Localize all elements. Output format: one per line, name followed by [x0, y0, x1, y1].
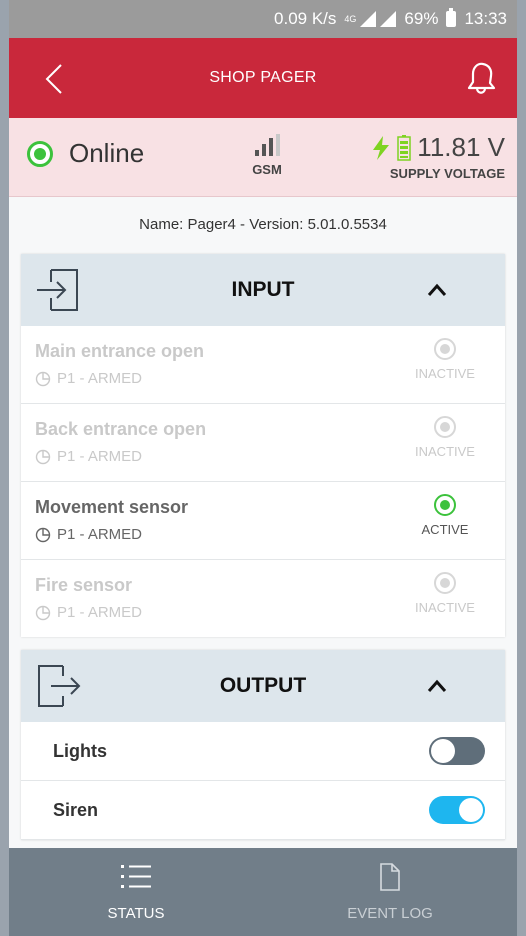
output-item-name: Lights: [53, 741, 107, 761]
input-item-movement-sensor[interactable]: Movement sensor P1 - ARMED ACTIVE: [21, 482, 505, 560]
input-item-name: Movement sensor: [35, 497, 189, 517]
online-indicator-icon: [27, 140, 53, 167]
input-item-mode-label: P1 - ARMED: [57, 526, 143, 543]
input-item-state: INACTIVE: [405, 416, 485, 459]
pie-chart-icon: [35, 527, 51, 542]
input-item-state-label: INACTIVE: [415, 444, 475, 459]
output-panel-header[interactable]: OUTPUT: [21, 650, 505, 722]
app-bar: SHOP PAGER: [9, 38, 517, 118]
input-item-name: Main entrance open: [35, 341, 205, 361]
network-type: 4G: [344, 14, 357, 24]
voltage-value: 11.81 V: [417, 132, 505, 162]
input-item-name: Back entrance open: [35, 419, 207, 439]
online-status: Online: [27, 138, 144, 169]
output-item-lights: Lights: [21, 722, 505, 781]
input-item-mode: P1 - ARMED: [35, 526, 142, 543]
lightning-icon: [373, 135, 390, 160]
active-indicator-icon: [434, 494, 456, 516]
device-info: Name: Pager4 - Version: 5.01.0.5534: [139, 216, 387, 233]
status-bar: 0.09 K/s 4G 69% 13:33: [9, 0, 517, 38]
connection-summary: Online GSM 11.81 V SUPPLY VOLTAGE: [9, 118, 517, 197]
inactive-indicator-icon: [434, 338, 456, 360]
inactive-indicator-icon: [434, 572, 456, 594]
nav-event-log-label: EVENT LOG: [347, 905, 433, 922]
chevron-up-icon[interactable]: [427, 676, 447, 696]
clock: 13:33: [464, 9, 507, 28]
input-item-fire-sensor[interactable]: Fire sensor P1 - ARMED INACTIVE: [21, 560, 505, 637]
input-item-state-label: INACTIVE: [415, 600, 475, 615]
pie-chart-icon: [35, 371, 51, 386]
gsm-signal: GSM: [237, 134, 297, 177]
input-item-mode-label: P1 - ARMED: [57, 448, 143, 465]
input-item-state-label: INACTIVE: [415, 366, 475, 381]
output-item-name: Siren: [53, 800, 99, 820]
wifi-signal-icon: [380, 11, 397, 27]
pie-chart-icon: [35, 605, 51, 620]
signal-icon: [360, 11, 377, 27]
battery-percent: 69%: [404, 9, 439, 28]
document-icon: [380, 863, 400, 891]
input-item-mode: P1 - ARMED: [35, 604, 142, 621]
page-title: SHOP PAGER: [209, 69, 317, 86]
output-panel: OUTPUT Lights Siren: [21, 650, 505, 840]
input-item-state: INACTIVE: [405, 572, 485, 615]
lights-toggle[interactable]: [429, 737, 485, 765]
bell-icon[interactable]: [459, 56, 503, 100]
supply-voltage: 11.81 V SUPPLY VOLTAGE: [371, 132, 505, 181]
voltage-label: SUPPLY VOLTAGE: [389, 166, 505, 181]
siren-toggle[interactable]: [429, 796, 485, 824]
input-item-state: ACTIVE: [405, 494, 485, 537]
input-item-mode-label: P1 - ARMED: [57, 370, 143, 387]
input-panel-header[interactable]: INPUT: [21, 254, 505, 326]
network-indicator: 4G: [344, 11, 397, 27]
input-item-state-label: ACTIVE: [421, 522, 469, 537]
output-item-siren: Siren: [21, 781, 505, 840]
inactive-indicator-icon: [434, 416, 456, 438]
chevron-up-icon[interactable]: [427, 280, 447, 300]
input-item-back-entrance[interactable]: Back entrance open P1 - ARMED INACTIVE: [21, 404, 505, 482]
screen: 0.09 K/s 4G 69% 13:33 SHOP PAGER Online: [0, 0, 526, 936]
input-item-name: Fire sensor: [35, 575, 133, 595]
bottom-navigation: STATUS EVENT LOG: [9, 848, 517, 936]
list-icon: [121, 865, 151, 888]
input-panel: INPUT Main entrance open P1 - ARMED INAC…: [21, 254, 505, 637]
battery-icon: [446, 8, 457, 27]
gsm-label: GSM: [252, 162, 282, 177]
app-window: 0.09 K/s 4G 69% 13:33 SHOP PAGER Online: [9, 0, 517, 936]
signal-bars-icon: [237, 134, 297, 156]
nav-status-label: STATUS: [107, 905, 165, 922]
nav-status[interactable]: STATUS: [9, 848, 263, 936]
input-item-mode-label: P1 - ARMED: [57, 604, 143, 621]
input-item-main-entrance[interactable]: Main entrance open P1 - ARMED INACTIVE: [21, 326, 505, 404]
online-label: Online: [69, 138, 145, 168]
input-item-mode: P1 - ARMED: [35, 448, 142, 465]
input-item-state: INACTIVE: [405, 338, 485, 381]
battery-level-icon: [397, 134, 412, 161]
nav-event-log[interactable]: EVENT LOG: [263, 848, 517, 936]
network-speed: 0.09 K/s: [274, 9, 337, 28]
input-item-mode: P1 - ARMED: [35, 370, 142, 387]
pie-chart-icon: [35, 449, 51, 464]
